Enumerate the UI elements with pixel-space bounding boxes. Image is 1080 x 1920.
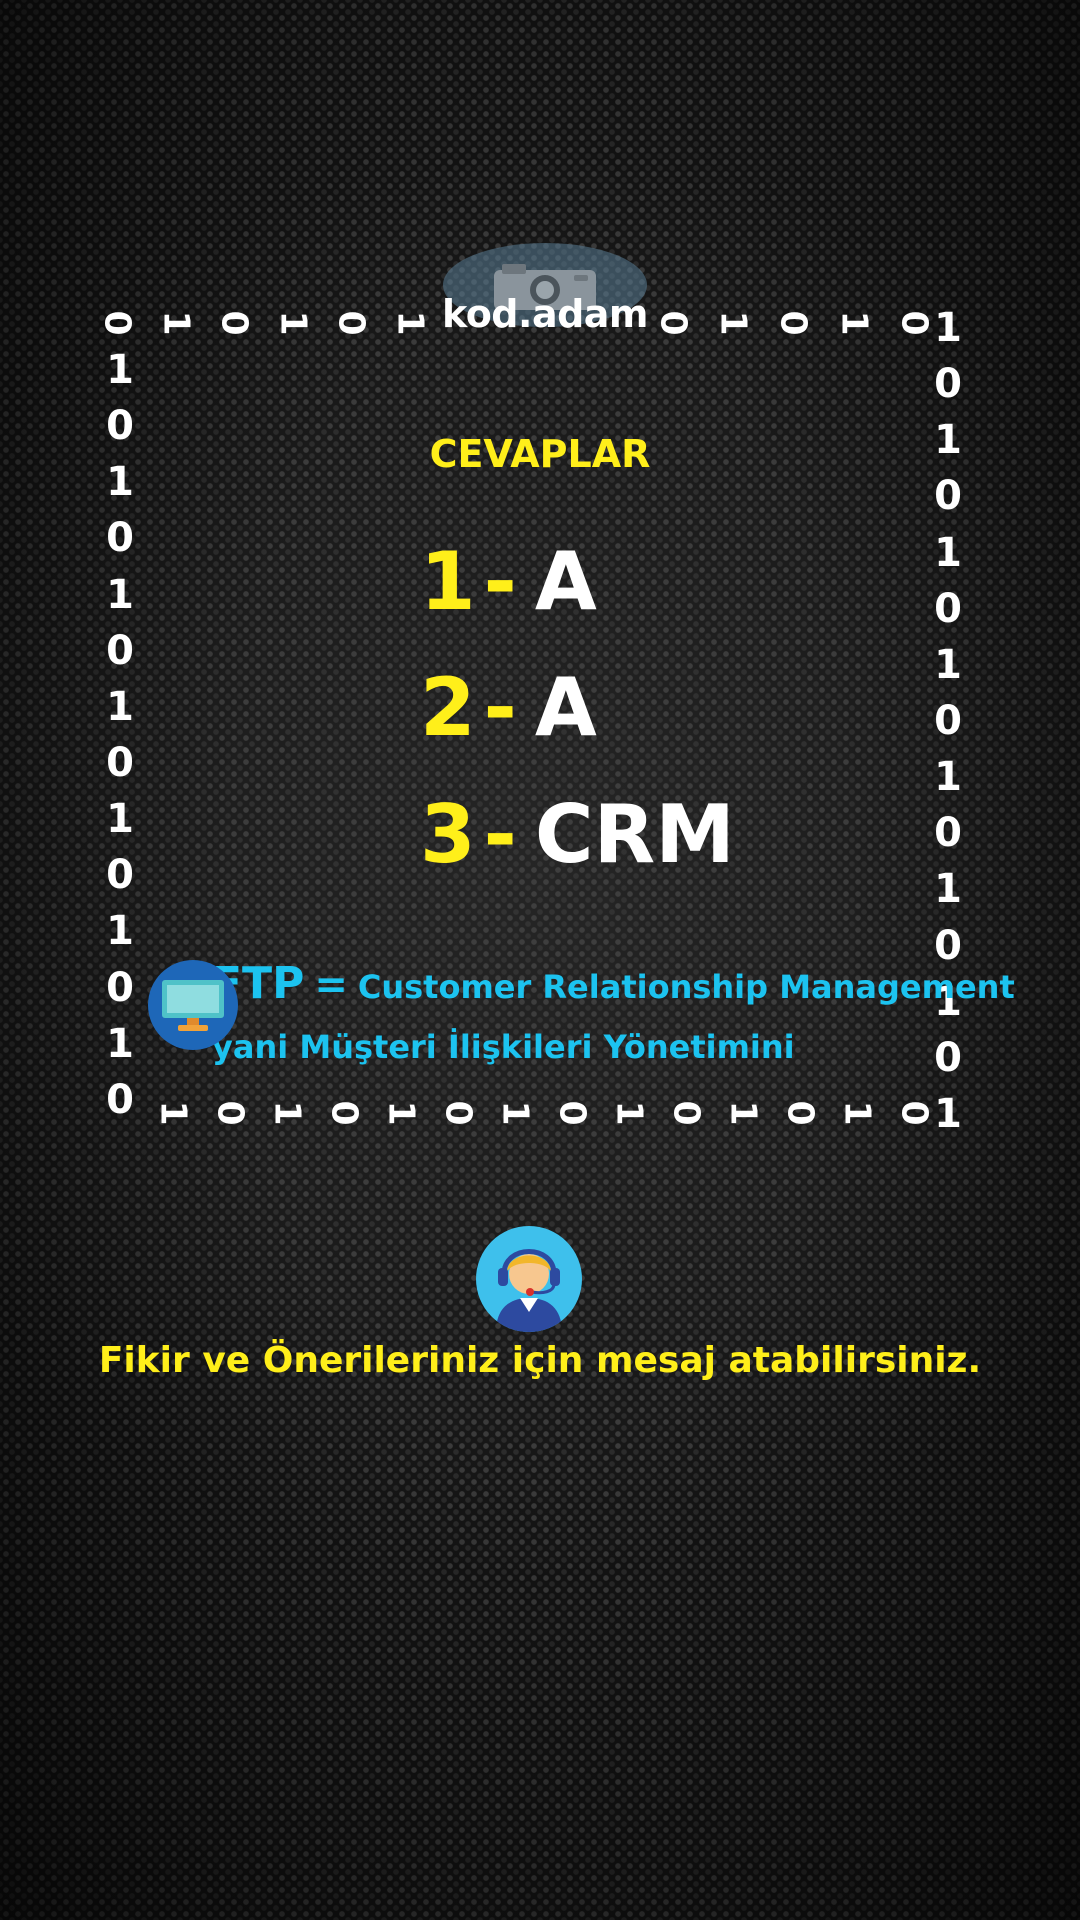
definition-description: yani Müşteri İlişkileri Yönetimini: [212, 1028, 795, 1066]
monitor-icon: [162, 980, 224, 1031]
answer-value: A: [534, 535, 597, 628]
binary-digit: 1: [380, 1100, 422, 1126]
answer-value: A: [534, 661, 597, 754]
binary-digit: 0: [213, 310, 255, 336]
binary-digit: 0: [96, 310, 138, 336]
binary-digit: 1: [106, 796, 134, 843]
brand-name: kod.adam: [441, 292, 649, 336]
binary-digit: 0: [934, 697, 962, 744]
answer-3: 3- CRM: [420, 795, 735, 875]
binary-digit: 1: [106, 1020, 134, 1067]
answer-dash: -: [483, 661, 517, 754]
binary-digit: 0: [106, 627, 134, 674]
binary-digit: 1: [152, 1100, 194, 1126]
binary-left-column: 1 0 1 0 1 0 1 0 1 0 1 0 1 0: [104, 350, 136, 1120]
binary-top-right: 01010: [653, 303, 935, 343]
binary-digit: 0: [106, 1076, 134, 1123]
binary-digit: 0: [934, 810, 962, 857]
binary-digit: 1: [389, 310, 431, 336]
binary-digit: 1: [106, 908, 134, 955]
binary-digit: 0: [893, 1100, 935, 1126]
answer-number: 2: [420, 661, 476, 754]
binary-digit: 0: [773, 310, 814, 336]
answer-value: CRM: [534, 788, 735, 881]
binary-digit: 0: [893, 310, 935, 336]
definition-term: FTP = Customer Relationship Management: [212, 958, 1015, 1009]
binary-digit: 0: [934, 361, 962, 408]
binary-digit: 0: [779, 1100, 821, 1126]
binary-top-left: 010101: [97, 303, 431, 343]
binary-digit: 1: [494, 1100, 536, 1126]
answer-dash: -: [483, 788, 517, 881]
binary-digit: 1: [934, 641, 962, 688]
binary-digit: 1: [836, 1100, 878, 1126]
binary-digit: 1: [833, 310, 875, 336]
binary-digit: 1: [266, 1100, 308, 1126]
binary-digit: 1: [106, 571, 134, 618]
binary-digit: 0: [106, 515, 134, 562]
binary-digit: 1: [934, 529, 962, 576]
support-badge: [476, 1226, 582, 1332]
binary-digit: 0: [665, 1100, 707, 1126]
binary-digit: 0: [934, 585, 962, 632]
binary-digit: 0: [437, 1100, 479, 1126]
binary-digit: 1: [934, 866, 962, 913]
binary-digit: 0: [106, 739, 134, 786]
binary-digit: 0: [106, 964, 134, 1011]
binary-digit: 0: [106, 403, 134, 450]
binary-digit: 1: [106, 459, 134, 506]
binary-digit: 0: [551, 1100, 593, 1126]
binary-digit: 1: [155, 310, 197, 336]
answer-1: 1-A: [420, 542, 597, 622]
binary-bottom-row: 10101010101010: [153, 1093, 935, 1133]
answer-number: 1: [420, 535, 476, 628]
binary-right-column: 101010101010101: [932, 308, 964, 1134]
binary-digit: 1: [934, 754, 962, 801]
answer-2: 2-A: [420, 668, 597, 748]
binary-digit: 0: [209, 1100, 251, 1126]
answer-number: 3: [420, 788, 476, 881]
binary-digit: 1: [712, 310, 754, 336]
binary-digit: 0: [330, 310, 372, 336]
support-agent-icon: [496, 1249, 562, 1332]
definition-equals: =: [314, 962, 348, 1008]
binary-digit: 0: [652, 310, 694, 336]
binary-digit: 1: [106, 347, 134, 393]
binary-digit: 1: [106, 683, 134, 730]
answer-dash: -: [483, 535, 517, 628]
binary-digit: 1: [722, 1100, 764, 1126]
binary-digit: 1: [934, 417, 962, 464]
binary-digit: 1: [934, 305, 962, 351]
binary-digit: 1: [272, 310, 314, 336]
binary-digit: 0: [934, 1034, 962, 1081]
footer-message: Fikir ve Önerileriniz için mesaj atabili…: [98, 1340, 982, 1381]
binary-digit: 1: [608, 1100, 650, 1126]
page-title: CEVAPLAR: [429, 432, 651, 476]
definition-full-name: Customer Relationship Management: [357, 968, 1015, 1006]
binary-digit: 1: [934, 1090, 962, 1137]
binary-digit: 0: [323, 1100, 365, 1126]
binary-digit: 0: [106, 852, 134, 899]
binary-digit: 0: [934, 473, 962, 520]
